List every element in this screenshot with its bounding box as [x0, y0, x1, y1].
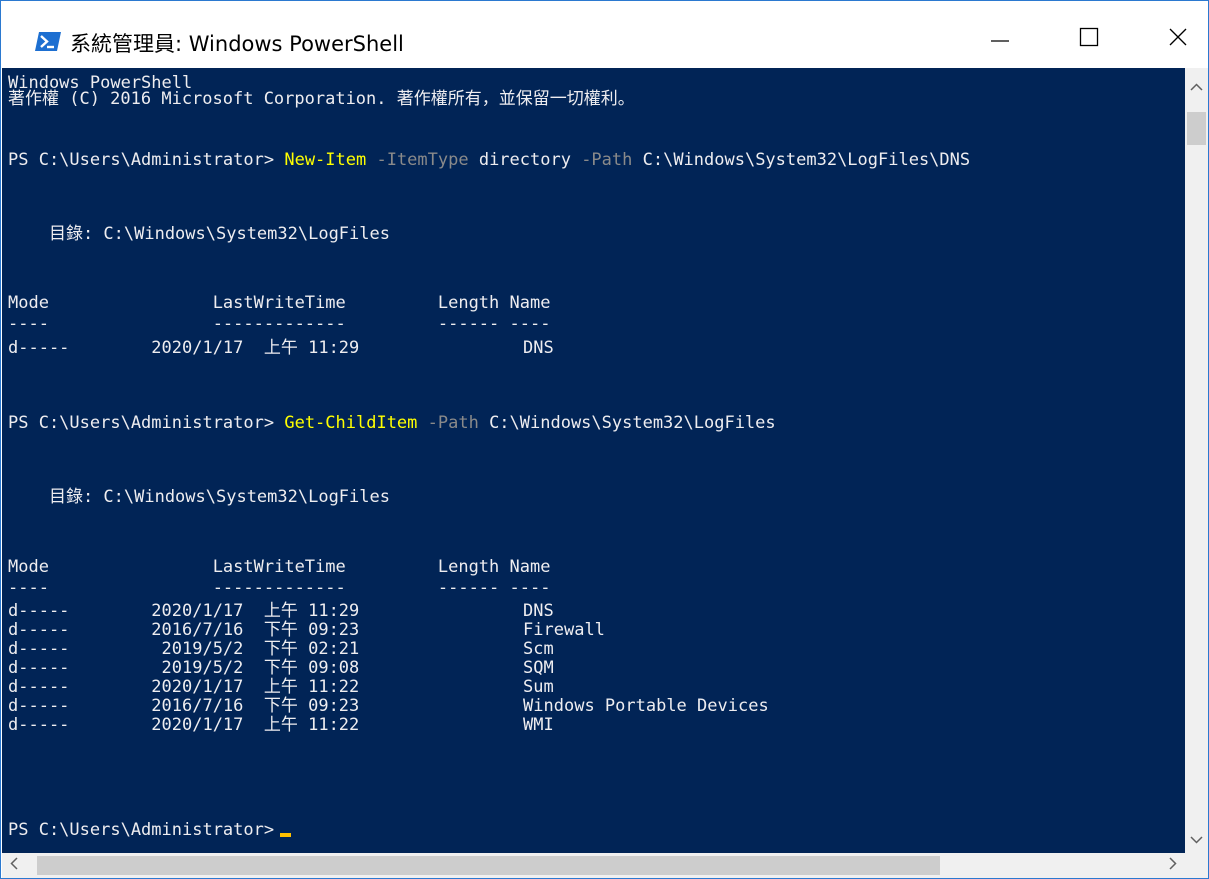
maximize-button[interactable] — [1060, 11, 1118, 67]
prompt: PS C:\Users\Administrator> — [8, 820, 275, 840]
scroll-left-button[interactable] — [7, 856, 22, 876]
vertical-scrollbar[interactable] — [1185, 68, 1208, 853]
powershell-window: 系統管理員: Windows PowerShell Windows PowerS… — [0, 0, 1209, 879]
table-row: d----- 2016/7/16 下午 09:23 Windows Portab… — [8, 696, 769, 716]
directory-line: 目錄: C:\Windows\System32\LogFiles — [8, 224, 390, 244]
scroll-down-button[interactable] — [1189, 834, 1204, 849]
table-row: d----- 2019/5/2 下午 09:08 SQM — [8, 658, 554, 678]
parameter-value: C:\Windows\System32\LogFiles\DNS — [632, 150, 971, 170]
command-line: PS C:\Users\Administrator> Get-ChildItem… — [8, 414, 776, 432]
scroll-right-button[interactable] — [1165, 856, 1180, 876]
minimize-button[interactable] — [971, 11, 1029, 67]
cmdlet-name: New-Item — [284, 150, 367, 170]
chevron-left-icon — [7, 856, 22, 876]
vertical-scroll-thumb[interactable] — [1187, 112, 1206, 145]
command-line: PS C:\Users\Administrator> New-Item -Ite… — [8, 151, 970, 169]
chevron-right-icon — [1165, 856, 1180, 876]
console-copyright-line: 著作權 (C) 2016 Microsoft Corporation. 著作權所… — [8, 89, 635, 109]
command-line[interactable]: PS C:\Users\Administrator> — [8, 820, 292, 840]
powershell-icon — [35, 32, 61, 51]
parameter-value: directory — [468, 150, 571, 170]
prompt: PS C:\Users\Administrator> — [8, 150, 285, 170]
console-output[interactable]: Windows PowerShell 著作權 (C) 2016 Microsof… — [2, 68, 1185, 853]
table-row: d----- 2019/5/2 下午 02:21 Scm — [8, 639, 554, 659]
horizontal-scrollbar[interactable] — [2, 853, 1185, 878]
table-header: Mode LastWriteTime Length Name — [8, 293, 551, 313]
parameter-name: -Path — [570, 150, 633, 170]
table-header: Mode LastWriteTime Length Name — [8, 557, 551, 577]
cmdlet-name: Get-ChildItem — [284, 413, 418, 433]
parameter-name: -Path — [417, 413, 479, 433]
directory-line: 目錄: C:\Windows\System32\LogFiles — [8, 487, 390, 507]
size-grip[interactable] — [1185, 853, 1208, 878]
close-button[interactable] — [1149, 11, 1207, 67]
table-separator: ---- ------------- ------ ---- — [8, 578, 551, 598]
parameter-value: C:\Windows\System32\LogFiles — [478, 413, 776, 433]
text-cursor — [280, 833, 292, 837]
scroll-up-button[interactable] — [1189, 82, 1204, 97]
prompt: PS C:\Users\Administrator> — [8, 413, 285, 433]
table-row: d----- 2020/1/17 上午 11:29 DNS — [8, 338, 554, 358]
window-title: 系統管理員: Windows PowerShell — [70, 32, 404, 56]
title-bar[interactable]: 系統管理員: Windows PowerShell — [1, 1, 1208, 68]
horizontal-scroll-thumb[interactable] — [37, 856, 940, 875]
table-row: d----- 2020/1/17 上午 11:22 Sum — [8, 677, 554, 697]
table-separator: ---- ------------- ------ ---- — [8, 314, 551, 334]
chevron-up-icon — [1189, 80, 1204, 100]
chevron-down-icon — [1189, 832, 1204, 852]
minimize-icon — [990, 27, 1010, 52]
close-icon — [1168, 27, 1188, 52]
table-row: d----- 2020/1/17 上午 11:22 WMI — [8, 715, 554, 735]
table-row: d----- 2016/7/16 下午 09:23 Firewall — [8, 620, 605, 640]
parameter-name: -ItemType — [366, 150, 469, 170]
table-row: d----- 2020/1/17 上午 11:29 DNS — [8, 601, 554, 621]
maximize-icon — [1079, 27, 1099, 52]
